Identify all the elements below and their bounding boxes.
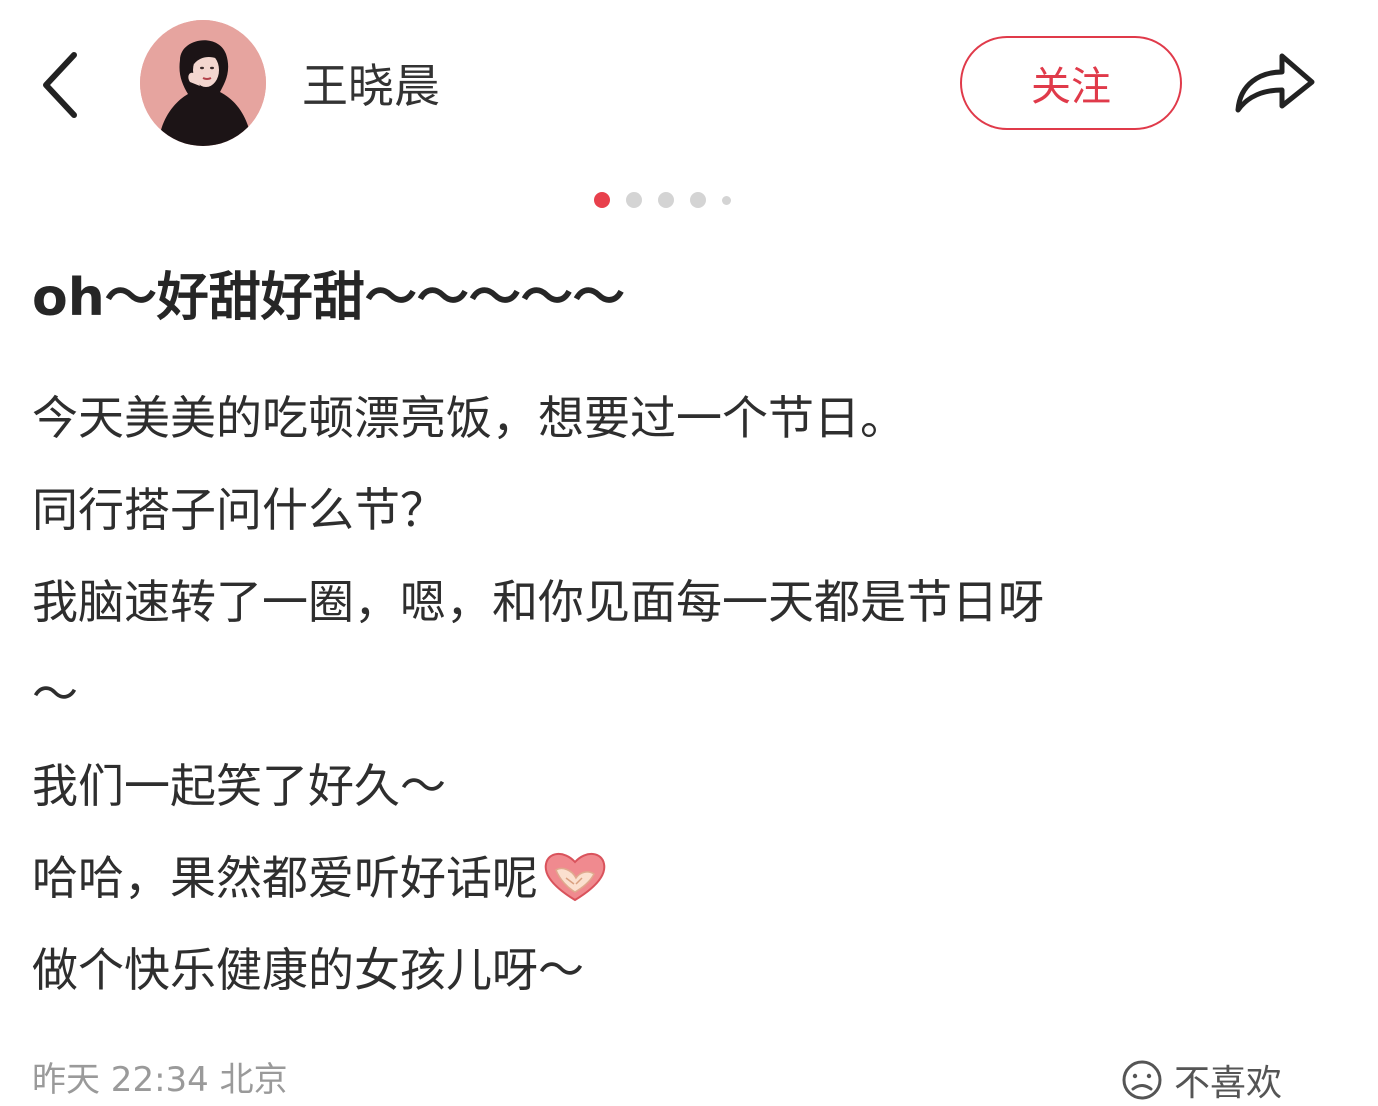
post-timestamp-location: 昨天 22:34 北京 — [32, 1060, 288, 1100]
post-line: 今天美美的吃顿漂亮饭，想要过一个节日。 — [32, 391, 906, 445]
share-button[interactable] — [1228, 40, 1320, 126]
carousel-dot — [690, 192, 706, 208]
heart-hands-icon — [542, 848, 608, 904]
post-line: 我脑速转了一圈，嗯，和你见面每一天都是节日呀 — [32, 575, 1044, 629]
post-line: 我们一起笑了好久～ — [32, 759, 446, 813]
post-line: 同行搭子问什么节？ — [32, 483, 446, 537]
back-button[interactable] — [30, 45, 100, 125]
dislike-button[interactable]: 不喜欢 — [1120, 1058, 1282, 1104]
post-body: 今天美美的吃顿漂亮饭，想要过一个节日。 同行搭子问什么节？ 我脑速转了一圈，嗯，… — [32, 372, 1312, 1016]
post-line-text: 哈哈，果然都爱听好话呢 — [32, 851, 538, 905]
post-line: 做个快乐健康的女孩儿呀～ — [32, 943, 584, 997]
username[interactable]: 王晓晨 — [302, 54, 440, 118]
post-header: 王晓晨 关注 — [0, 0, 1378, 170]
dislike-label[interactable]: 不喜欢 — [1174, 1054, 1282, 1106]
post-line: ～ — [32, 667, 78, 721]
carousel-dot-more — [722, 195, 731, 205]
carousel-dot-active — [594, 192, 610, 208]
share-arrow-icon — [1235, 53, 1315, 113]
post-line-with-emoji: 哈哈，果然都爱听好话呢 — [32, 832, 1312, 924]
chevron-left-icon — [43, 52, 77, 118]
follow-button[interactable]: 关注 — [960, 36, 1182, 130]
post-title: oh～好甜好甜～～～～～ — [32, 268, 625, 328]
sad-face-icon — [1120, 1058, 1164, 1102]
avatar[interactable] — [140, 20, 266, 146]
carousel-indicator — [594, 190, 731, 210]
carousel-dot — [658, 192, 674, 208]
carousel-dot — [626, 192, 642, 208]
avatar-image — [140, 20, 266, 146]
